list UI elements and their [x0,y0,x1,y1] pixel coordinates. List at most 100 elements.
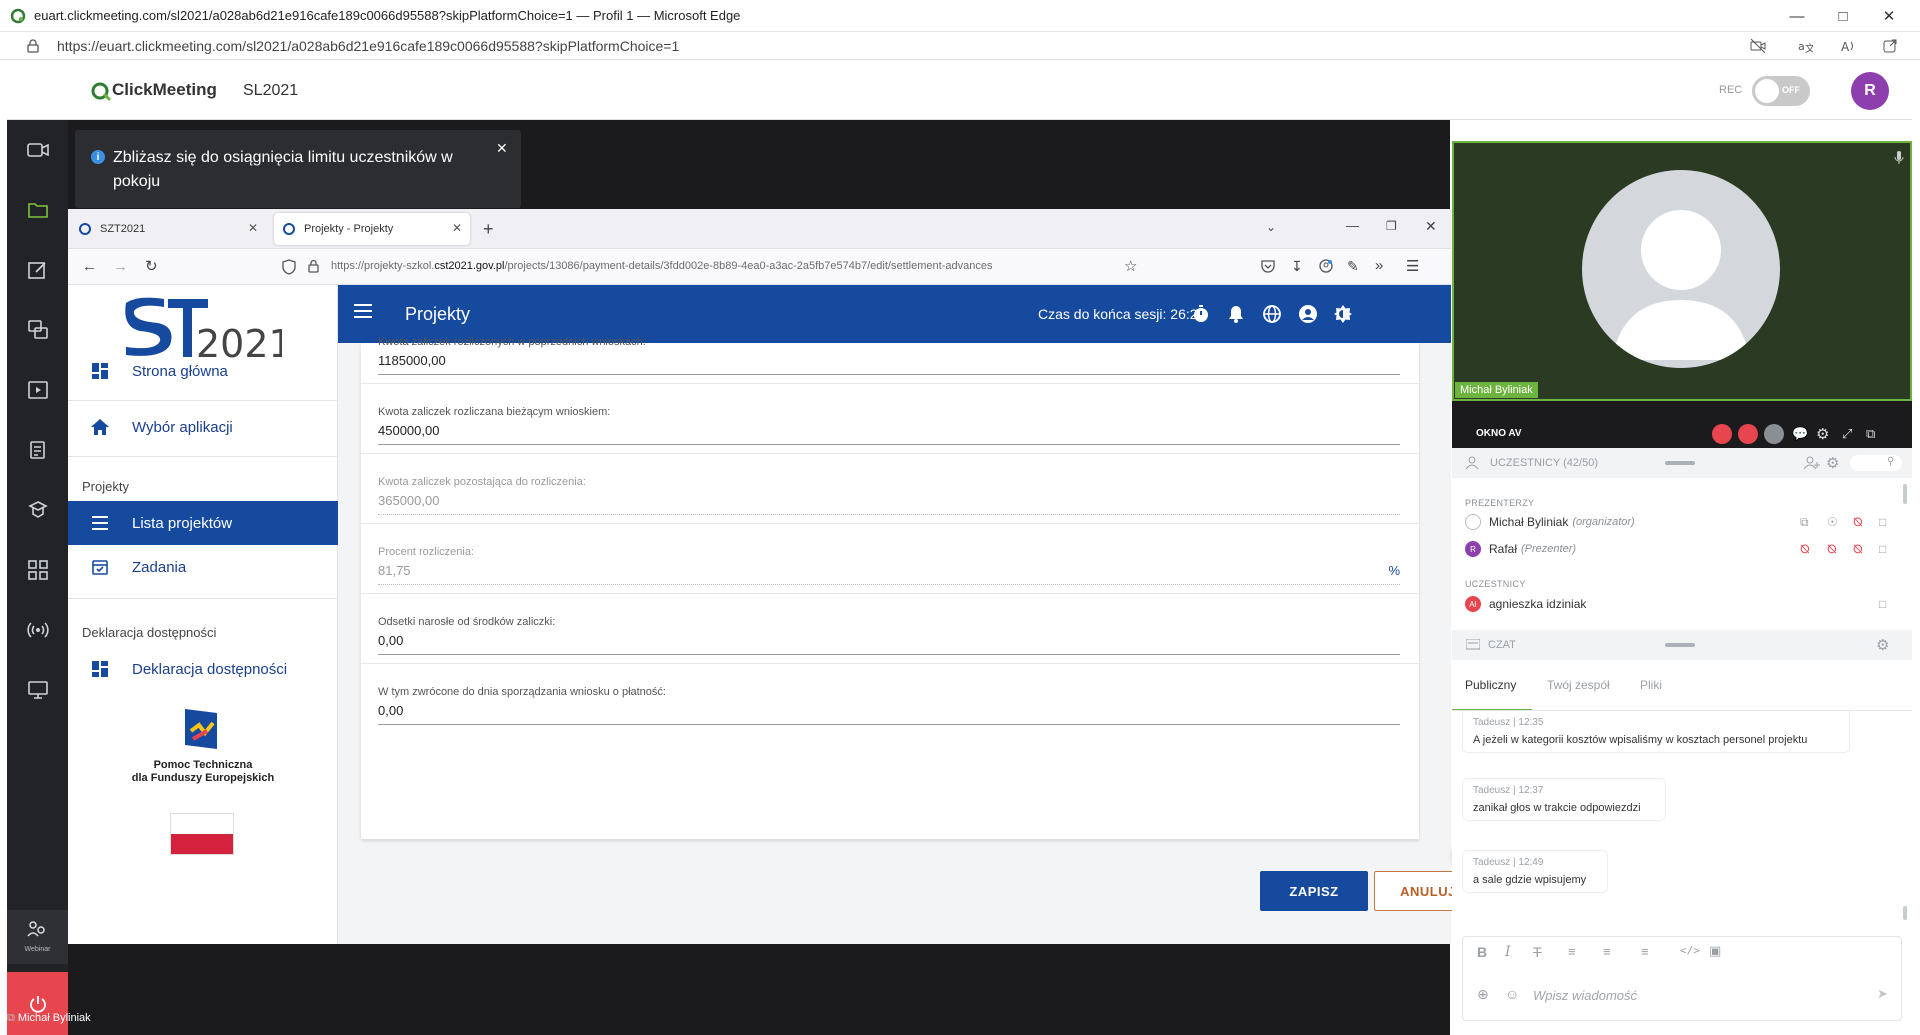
ff-lock-icon[interactable] [308,259,319,273]
camera-disabled-icon[interactable]: ⦰ [1853,515,1863,530]
participants-header[interactable]: UCZESTNICY (42/50) ⚙ ⚲ [1452,448,1912,478]
read-aloud-icon[interactable]: A [1840,38,1856,54]
reload-icon[interactable]: ↻ [145,257,158,275]
tab-list-icon[interactable]: ⌄ [1266,220,1276,234]
test-icon[interactable] [7,488,68,532]
broadcast-icon[interactable] [7,608,68,652]
sidebar-item-tasks[interactable]: Zadania [68,545,338,589]
camera-icon[interactable] [7,128,68,172]
tab-team[interactable]: Twój zespół [1547,678,1610,692]
screen-share-icon[interactable] [7,308,68,352]
contrast-icon[interactable] [1334,305,1352,323]
translate-icon[interactable]: a文 [1797,38,1813,54]
hamburger-icon[interactable] [354,304,372,318]
field-returned[interactable]: W tym zwrócone do dnia sporządzania wnio… [378,686,1400,725]
user-account-icon[interactable] [1299,305,1317,323]
numbered-list-icon[interactable]: ≡ [1603,944,1611,959]
overflow-icon[interactable]: » [1375,257,1383,274]
user-avatar[interactable]: R [1851,72,1889,110]
share-screen-icon[interactable]: ⧉ [1800,515,1809,530]
apps-icon[interactable] [7,548,68,592]
indent-icon[interactable]: ≡ [1641,944,1649,959]
sidebar-item-apps[interactable]: Wybór aplikacji [68,405,338,449]
chat-composer[interactable]: B I T ≡ ≡ ≡ </> ▣ ⊕ ☺ Wpisz wiadomość ➤ [1462,936,1902,1021]
bookmark-star-icon[interactable]: ☆ [1124,257,1137,275]
expand-icon[interactable]: ⤢ [1842,426,1852,442]
field-settled-current[interactable]: Kwota zaliczek rozliczana bieżącym wnios… [378,406,1400,445]
whiteboard-icon[interactable] [7,248,68,292]
sidebar-item-home[interactable]: Strona główna [68,349,338,393]
close-tab-icon[interactable]: ✕ [248,221,258,235]
video-player-icon[interactable] [7,368,68,412]
bullet-list-icon[interactable]: ≡ [1568,944,1576,959]
address-url[interactable]: https://euart.clickmeeting.com/sl2021/a0… [57,38,679,54]
leave-button[interactable] [7,972,68,1035]
emoji-icon[interactable]: ☺ [1505,986,1519,1002]
mic-off-icon[interactable] [1738,424,1758,444]
screen-icon[interactable]: □ [1879,515,1886,529]
presentation-icon[interactable] [7,668,68,712]
popout-icon[interactable]: ⧉ [1866,426,1875,442]
field-interest[interactable]: Odsetki narosłe od środków zaliczki: 0,0… [378,616,1400,655]
drag-handle[interactable] [1665,461,1695,465]
send-icon[interactable]: ➤ [1877,986,1888,1002]
forward-icon[interactable]: → [113,258,128,275]
close-window-button[interactable]: ✕ [1866,0,1912,32]
sidebar-item-projects-list[interactable]: Lista projektów [68,501,338,545]
code-icon[interactable]: </> [1680,944,1700,957]
camera-off-icon[interactable] [1712,424,1732,444]
microphone-icon[interactable]: ☉ [1827,515,1838,529]
ff-menu-icon[interactable]: ☰ [1406,257,1419,275]
maximize-button[interactable]: □ [1820,0,1866,32]
sidebar-item-accessibility[interactable]: Deklaracja dostępności [68,647,338,691]
participants-settings-icon[interactable]: ⚙ [1826,454,1839,472]
chat-header[interactable]: CZAT ⚙ [1452,630,1912,660]
camera-blocked-icon[interactable] [1750,38,1766,54]
participants-search-input[interactable]: ⚲ [1850,455,1902,471]
camera-disabled-icon[interactable]: ⦰ [1853,542,1863,557]
new-tab-icon[interactable]: + [483,219,494,240]
attach-icon[interactable]: ⊕ [1477,986,1489,1003]
tab-projekty[interactable]: Projekty - Projekty ✕ [274,213,470,245]
screen-icon[interactable]: □ [1879,542,1886,556]
field-settled-previous[interactable]: Kwota zaliczek rozliczonych w poprzednic… [378,336,1400,375]
pocket-icon[interactable] [1261,259,1275,273]
italic-icon[interactable]: I [1505,944,1511,960]
add-participant-icon[interactable] [1804,456,1820,470]
timer-icon[interactable] [1193,305,1209,323]
tab-szt2021[interactable]: SZT2021 ✕ [70,213,266,245]
code-block-icon[interactable]: ▣ [1709,943,1721,959]
strikethrough-icon[interactable]: T [1533,944,1542,960]
save-button[interactable]: ZAPISZ [1260,871,1368,911]
microphone-disabled-icon[interactable]: ⦰ [1827,542,1837,557]
participant-row[interactable]: Michał Byliniak (organizator) ⧉ ☉ ⦰ □ [1465,510,1905,534]
share-disabled-icon[interactable]: ⦰ [1800,542,1810,557]
notifications-icon[interactable] [1228,305,1244,323]
settings-icon[interactable]: ⚙ [1816,425,1829,443]
participant-row[interactable]: R Rafał (Prezenter) ⦰ ⦰ ⦰ □ [1465,537,1905,561]
message-input[interactable]: Wpisz wiadomość [1533,988,1637,1003]
scrollbar[interactable] [1903,484,1907,504]
ff-minimize-button[interactable]: — [1346,218,1359,233]
participant-row[interactable]: AI agnieszka idziniak □ [1465,592,1905,616]
shield-icon[interactable] [282,259,296,275]
chat-scrollbar[interactable] [1903,906,1907,920]
screen-icon[interactable]: □ [1879,597,1886,611]
close-tab-icon[interactable]: ✕ [452,221,462,235]
back-icon[interactable]: ← [82,258,97,275]
chat-bubble-icon[interactable]: 💬 [1792,426,1808,442]
extensions-icon[interactable]: ✎ [1347,258,1359,275]
survey-icon[interactable] [7,428,68,472]
bold-icon[interactable]: B [1477,944,1487,960]
share-off-icon[interactable] [1764,424,1784,444]
drag-handle[interactable] [1665,643,1695,647]
account-icon[interactable] [1319,259,1333,273]
ff-restore-button[interactable]: ❐ [1386,219,1397,233]
share-icon[interactable] [1882,38,1898,54]
download-icon[interactable]: ↧ [1291,258,1303,275]
rec-toggle[interactable]: OFF [1752,76,1810,106]
webinar-mode-button[interactable]: Webinar [7,910,68,964]
ff-address-url[interactable]: https://projekty-szkol.cst2021.gov.pl/pr… [331,260,992,272]
language-icon[interactable] [1263,305,1281,323]
ff-close-button[interactable]: ✕ [1425,218,1437,235]
